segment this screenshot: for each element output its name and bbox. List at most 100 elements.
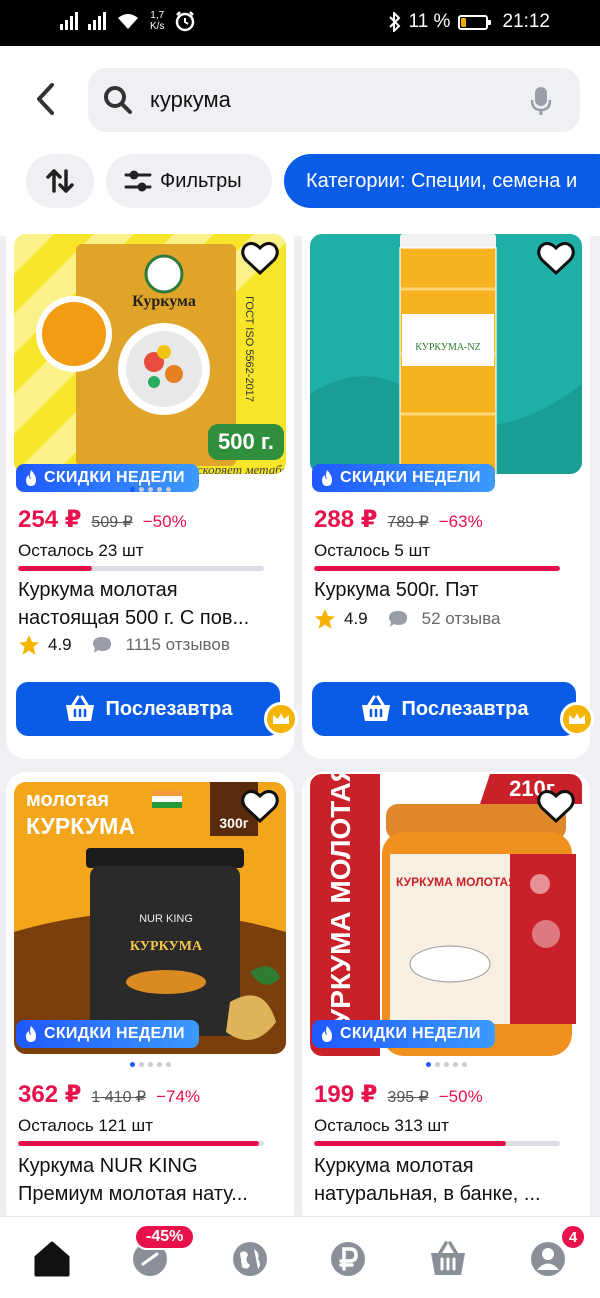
photo-line1-text: молотая — [26, 789, 109, 811]
stock-progress — [18, 1141, 264, 1146]
comment-icon — [388, 611, 407, 627]
weekly-discount-badge: СКИДКИ НЕДЕЛИ — [16, 1020, 199, 1048]
signal-icon — [60, 12, 78, 30]
stock-progress — [314, 566, 560, 571]
photo-weight-text: 500 г. — [218, 429, 274, 454]
premium-crown-icon — [264, 702, 298, 736]
product-card[interactable]: молотая КУРКУМА 300г NUR KING КУРКУМА СК… — [6, 772, 294, 1220]
basket-icon — [65, 695, 94, 721]
reviews-count: 52 отзыва — [421, 609, 501, 628]
old-price: 789 ₽ — [387, 514, 429, 531]
search-query[interactable]: куркума — [150, 87, 231, 113]
weekly-discount-badge: СКИДКИ НЕДЕЛИ — [312, 1020, 495, 1048]
category-chip[interactable]: Категории: Специи, семена и — [284, 154, 600, 208]
product-card[interactable]: КУРКУМА МОЛОТАЯ 210г КУРКУМА МОЛОТАЯ СКИ… — [302, 772, 590, 1220]
delivery-button[interactable]: Послезавтра — [312, 682, 576, 736]
star-icon — [315, 609, 335, 629]
fire-icon — [322, 469, 332, 486]
product-card[interactable]: Куркума ГОСТ ISO 5562-2017 500 г. ускоря… — [6, 234, 298, 759]
photo-brand-text: Куркума — [132, 293, 196, 310]
photo-pager — [6, 1062, 294, 1067]
photo-line2-text: КУРКУМА — [26, 813, 135, 839]
current-price: 254 ₽ — [18, 506, 82, 533]
network-speed: 1,7 K/s — [150, 10, 165, 32]
favorite-heart-icon[interactable] — [534, 236, 578, 280]
battery-icon — [458, 14, 492, 30]
favorite-heart-icon[interactable] — [534, 784, 578, 828]
price-row: 199 ₽ 395 ₽ −50% — [314, 1080, 483, 1109]
favorite-heart-icon[interactable] — [238, 236, 282, 280]
alarm-icon — [176, 11, 195, 32]
chevron-left-icon — [37, 83, 54, 115]
favorite-heart-icon[interactable] — [238, 784, 282, 828]
old-price: 509 ₽ — [91, 514, 133, 531]
photo-label-text: КУРКУМА МОЛОТАЯ — [396, 875, 517, 889]
discount-percent: −63% — [438, 512, 483, 531]
fire-icon — [26, 1025, 36, 1042]
filters-button[interactable]: Фильтры — [106, 154, 272, 208]
cart-count-badge: 4 — [560, 1224, 586, 1250]
signal-icon-2 — [88, 12, 106, 30]
delivery-label: Послезавтра — [401, 697, 529, 720]
comment-icon — [92, 637, 111, 653]
current-price: 199 ₽ — [314, 1081, 378, 1108]
clock: 21:12 — [502, 11, 550, 32]
filter-chips: Фильтры Категории: Специи, семена и — [0, 154, 600, 210]
product-card[interactable]: КУРКУМА-NZ СКИДКИ НЕДЕЛИ 288 ₽ 789 ₽ −63… — [302, 234, 594, 759]
old-price: 1 410 ₽ — [91, 1089, 147, 1106]
photo-brand-text: NUR KING — [139, 913, 193, 925]
promo-discount-badge: -45% — [134, 1224, 196, 1250]
stock-text: Осталось 313 шт — [314, 1116, 449, 1135]
price-row: 254 ₽ 509 ₽ −50% — [18, 505, 187, 534]
product-title[interactable]: Куркума молотая натуральная, в банке, ..… — [314, 1152, 580, 1208]
weekly-discount-badge: СКИДКИ НЕДЕЛИ — [312, 464, 495, 492]
sort-icon — [46, 169, 74, 193]
fire-icon — [322, 1025, 332, 1042]
discount-percent: −50% — [142, 512, 187, 531]
bottom-navigation — [0, 1216, 600, 1298]
product-title[interactable]: Куркума NUR KING Премиум молотая нату... — [18, 1152, 284, 1208]
microphone-icon[interactable] — [530, 86, 552, 116]
premium-crown-icon — [560, 702, 594, 736]
stock-text: Осталось 5 шт — [314, 541, 431, 560]
delivery-button[interactable]: Послезавтра — [16, 682, 280, 736]
search-icon — [104, 86, 132, 114]
stock-text: Осталось 23 шт — [18, 541, 144, 560]
catalog-globe-icon[interactable] — [230, 1239, 270, 1279]
current-price: 288 ₽ — [314, 506, 378, 533]
photo-caption-text: ускоряет метаболизм — [189, 462, 286, 474]
stock-progress — [314, 1141, 560, 1146]
product-grid: Куркума ГОСТ ISO 5562-2017 500 г. ускоря… — [0, 234, 600, 1220]
discount-percent: −74% — [156, 1087, 201, 1106]
fire-icon — [26, 469, 36, 486]
sort-button[interactable] — [26, 154, 94, 208]
product-title[interactable]: Куркума молотая настоящая 500 г. С пов..… — [18, 576, 284, 632]
delivery-label: Послезавтра — [105, 697, 233, 720]
photo-label-text: КУРКУМА-NZ — [415, 342, 480, 353]
category-label: Категории: Специи, семена и — [306, 169, 578, 192]
back-button[interactable] — [20, 74, 70, 124]
photo-name-text: КУРКУМА — [130, 939, 203, 954]
ruble-icon[interactable] — [328, 1239, 368, 1279]
price-row: 288 ₽ 789 ₽ −63% — [314, 505, 483, 534]
cart-icon[interactable] — [428, 1239, 468, 1279]
old-price: 395 ₽ — [387, 1089, 429, 1106]
stock-text: Осталось 121 шт — [18, 1116, 153, 1135]
stock-progress — [18, 566, 264, 571]
photo-pager — [6, 487, 294, 492]
rating-row: 4.9 1115 отзывов — [18, 634, 230, 656]
rating-row: 4.9 52 отзыва — [314, 608, 500, 630]
discount-percent: −50% — [438, 1087, 483, 1106]
filters-label: Фильтры — [160, 169, 242, 192]
rating-value: 4.9 — [344, 609, 368, 628]
product-title[interactable]: Куркума 500г. Пэт — [314, 576, 580, 604]
home-icon[interactable] — [32, 1239, 72, 1279]
top-bar: куркума Фильтры Категории: Специи, семен… — [0, 46, 600, 236]
photo-standard-text: ГОСТ ISO 5562-2017 — [243, 296, 255, 402]
basket-icon — [361, 695, 390, 721]
price-row: 362 ₽ 1 410 ₽ −74% — [18, 1080, 200, 1109]
star-icon — [19, 635, 39, 655]
battery-percent: 11 % — [408, 11, 451, 32]
photo-side-text: КУРКУМА МОЛОТАЯ — [325, 774, 356, 1044]
search-field[interactable]: куркума — [88, 68, 580, 132]
